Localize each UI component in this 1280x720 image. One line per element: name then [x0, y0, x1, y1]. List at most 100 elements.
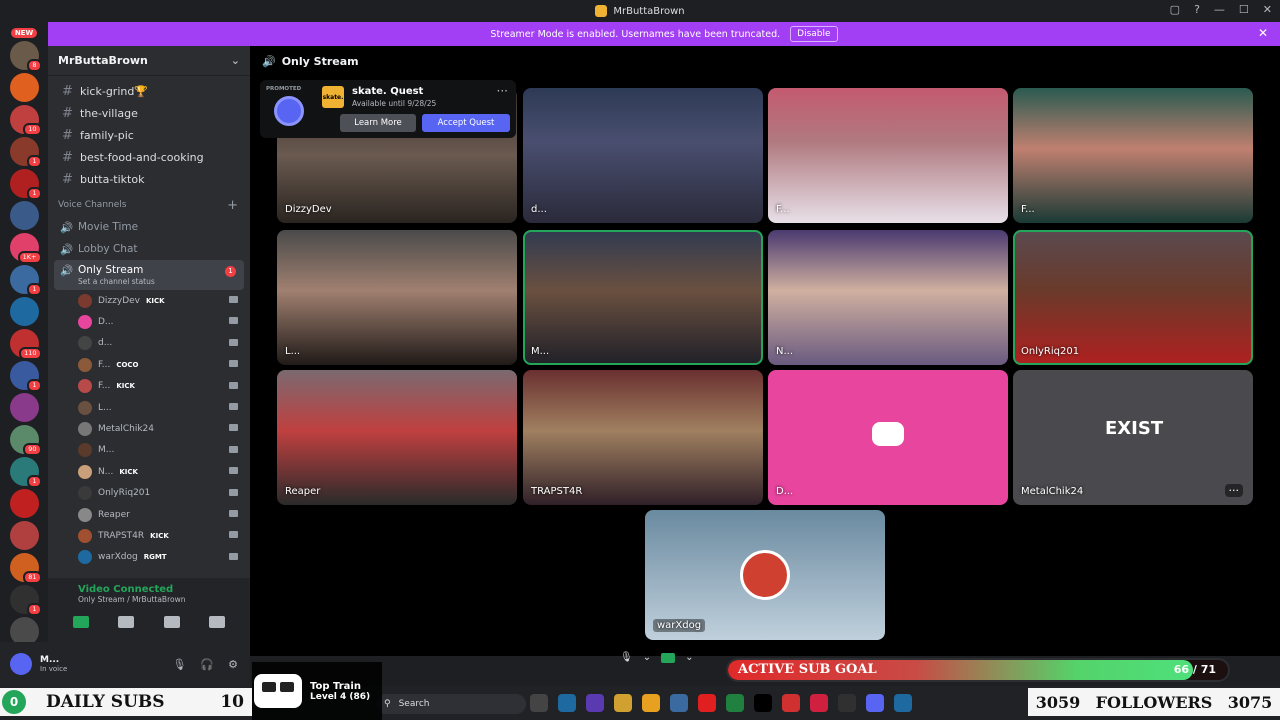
taskbar-app-icon[interactable] [670, 694, 688, 712]
camera-icon[interactable] [661, 652, 676, 663]
voice-user[interactable]: D... [48, 311, 250, 332]
more-options-icon[interactable]: ··· [497, 84, 508, 98]
server-name: MrButtaBrown [58, 54, 148, 67]
taskbar-app-icon[interactable] [586, 694, 604, 712]
voice-user[interactable]: Reaper [48, 504, 250, 525]
server-icon[interactable]: 110 [9, 329, 42, 360]
chevron-down-icon[interactable]: ⌄ [685, 652, 693, 663]
server-icon[interactable]: 1 [9, 585, 42, 616]
voice-user[interactable]: M... [48, 440, 250, 461]
voice-user[interactable]: d... [48, 333, 250, 354]
video-tile[interactable]: D... [768, 370, 1008, 505]
channel-status[interactable]: Set a channel status [78, 277, 155, 286]
text-channel[interactable]: # the-village [48, 102, 250, 124]
followers-goal: 3075 [1227, 692, 1273, 712]
voice-channel[interactable]: 🔊 Movie Time [48, 216, 250, 238]
video-tile[interactable]: OnlyRiq201 [1013, 230, 1253, 365]
video-tile[interactable]: M... [523, 230, 763, 365]
avatar [78, 507, 92, 522]
chevron-down-icon[interactable]: ⌄ [231, 54, 240, 67]
text-channel[interactable]: # best-food-and-cooking [48, 146, 250, 168]
server-icon[interactable]: 1 [9, 457, 42, 488]
video-tile[interactable]: d... [523, 88, 763, 223]
voice-user[interactable]: L... [48, 397, 250, 418]
voice-user[interactable]: TRAPST4R KICK [48, 525, 250, 546]
server-icon[interactable] [9, 73, 39, 102]
voice-user[interactable]: DizzyDev KICK [48, 290, 250, 311]
minimize-icon[interactable]: — [1214, 3, 1225, 16]
server-icon[interactable]: 1 [9, 137, 42, 168]
server-icon[interactable]: 81 [9, 553, 42, 584]
voice-user[interactable]: F... COCO [48, 354, 250, 375]
server-icon[interactable]: 90 [9, 425, 42, 456]
microphone-icon[interactable]: 🎙 [172, 658, 186, 671]
activity-icon[interactable] [163, 616, 180, 628]
video-tile[interactable]: F... [768, 88, 1008, 223]
server-icon[interactable] [9, 201, 39, 230]
accept-quest-button[interactable]: Accept Quest [422, 114, 510, 132]
taskbar-app-icon[interactable] [698, 694, 716, 712]
text-channel[interactable]: # butta-tiktok [48, 168, 250, 190]
server-icon[interactable]: 1 [9, 169, 42, 200]
server-header[interactable]: MrButtaBrown ⌄ [48, 46, 250, 76]
text-channel[interactable]: # kick-grind🏆 [48, 80, 250, 102]
taskbar-app-icon[interactable] [810, 694, 828, 712]
voice-user[interactable]: MetalChik24 [48, 418, 250, 439]
voice-user[interactable]: N... KICK [48, 461, 250, 482]
video-tile[interactable]: F... [1013, 88, 1253, 223]
camera-icon[interactable] [72, 616, 89, 628]
taskbar-app-icon[interactable] [894, 694, 912, 712]
screen-share-icon[interactable] [118, 616, 135, 628]
close-window-icon[interactable]: ✕ [1263, 3, 1272, 16]
taskbar-search[interactable]: ⚲ Search [376, 694, 526, 714]
disable-streamer-mode-button[interactable]: Disable [790, 26, 838, 42]
maximize-icon[interactable]: ☐ [1239, 3, 1249, 16]
voice-user[interactable]: OnlyRiq201 [48, 483, 250, 504]
video-tile[interactable]: N... [768, 230, 1008, 365]
server-icon[interactable]: 1 [9, 361, 42, 392]
voice-channel[interactable]: 🔊 Lobby Chat [48, 238, 250, 260]
taskbar-app-icon[interactable] [614, 694, 632, 712]
taskbar-app-icon[interactable] [642, 694, 660, 712]
server-icon[interactable]: 1 [9, 265, 42, 296]
taskbar-app-icon[interactable] [530, 694, 548, 712]
taskbar-app-icon[interactable] [726, 694, 744, 712]
taskbar-app-icon[interactable] [866, 694, 884, 712]
taskbar-app-icon[interactable] [838, 694, 856, 712]
taskbar-app-icon[interactable] [558, 694, 576, 712]
video-tile[interactable]: L... [277, 230, 517, 365]
learn-more-button[interactable]: Learn More [340, 114, 416, 132]
chevron-down-icon[interactable]: ⌄ [643, 652, 651, 663]
headphones-icon[interactable]: 🎧 [200, 658, 214, 671]
voice-channel-only-stream[interactable]: 🔊 Only Stream Set a channel status 1 [54, 260, 244, 290]
server-icon[interactable]: 10 [9, 105, 42, 136]
server-icon[interactable] [9, 297, 39, 326]
featured-video-tile[interactable]: warXdog [645, 510, 885, 640]
video-tile[interactable]: Reaper [277, 370, 517, 505]
help-icon[interactable]: ? [1194, 3, 1200, 16]
taskbar-app-icon[interactable] [782, 694, 800, 712]
more-options-icon[interactable]: ··· [1224, 484, 1243, 497]
server-icon[interactable]: 1K+ [9, 233, 42, 264]
server-icon[interactable] [9, 393, 39, 422]
gear-icon[interactable]: ⚙ [228, 658, 238, 671]
avatar[interactable] [10, 653, 32, 675]
video-tile[interactable]: EXIST ··· MetalChik24 [1013, 370, 1253, 505]
close-banner-icon[interactable]: ✕ [1258, 26, 1268, 40]
soundboard-icon[interactable] [209, 616, 226, 628]
text-channel[interactable]: # family-pic [48, 124, 250, 146]
voice-user-name: d... [98, 338, 113, 349]
video-tile[interactable]: TRAPST4R [523, 370, 763, 505]
microphone-icon[interactable]: 🎙 [620, 652, 633, 663]
voice-category[interactable]: Voice Channels + [48, 194, 250, 216]
server-icon[interactable]: 8 [9, 41, 42, 72]
taskbar-app-icon[interactable] [754, 694, 772, 712]
voice-user[interactable]: F... KICK [48, 376, 250, 397]
server-icon[interactable] [9, 489, 39, 518]
voice-user[interactable]: warXdog RGMT [48, 547, 250, 568]
server-icon[interactable] [9, 521, 39, 550]
promo-subtitle: Available until 9/28/25 [352, 99, 437, 108]
inbox-icon[interactable]: ▢ [1170, 3, 1180, 16]
voice-status[interactable]: Video Connected [78, 584, 240, 595]
add-channel-icon[interactable]: + [227, 198, 238, 213]
